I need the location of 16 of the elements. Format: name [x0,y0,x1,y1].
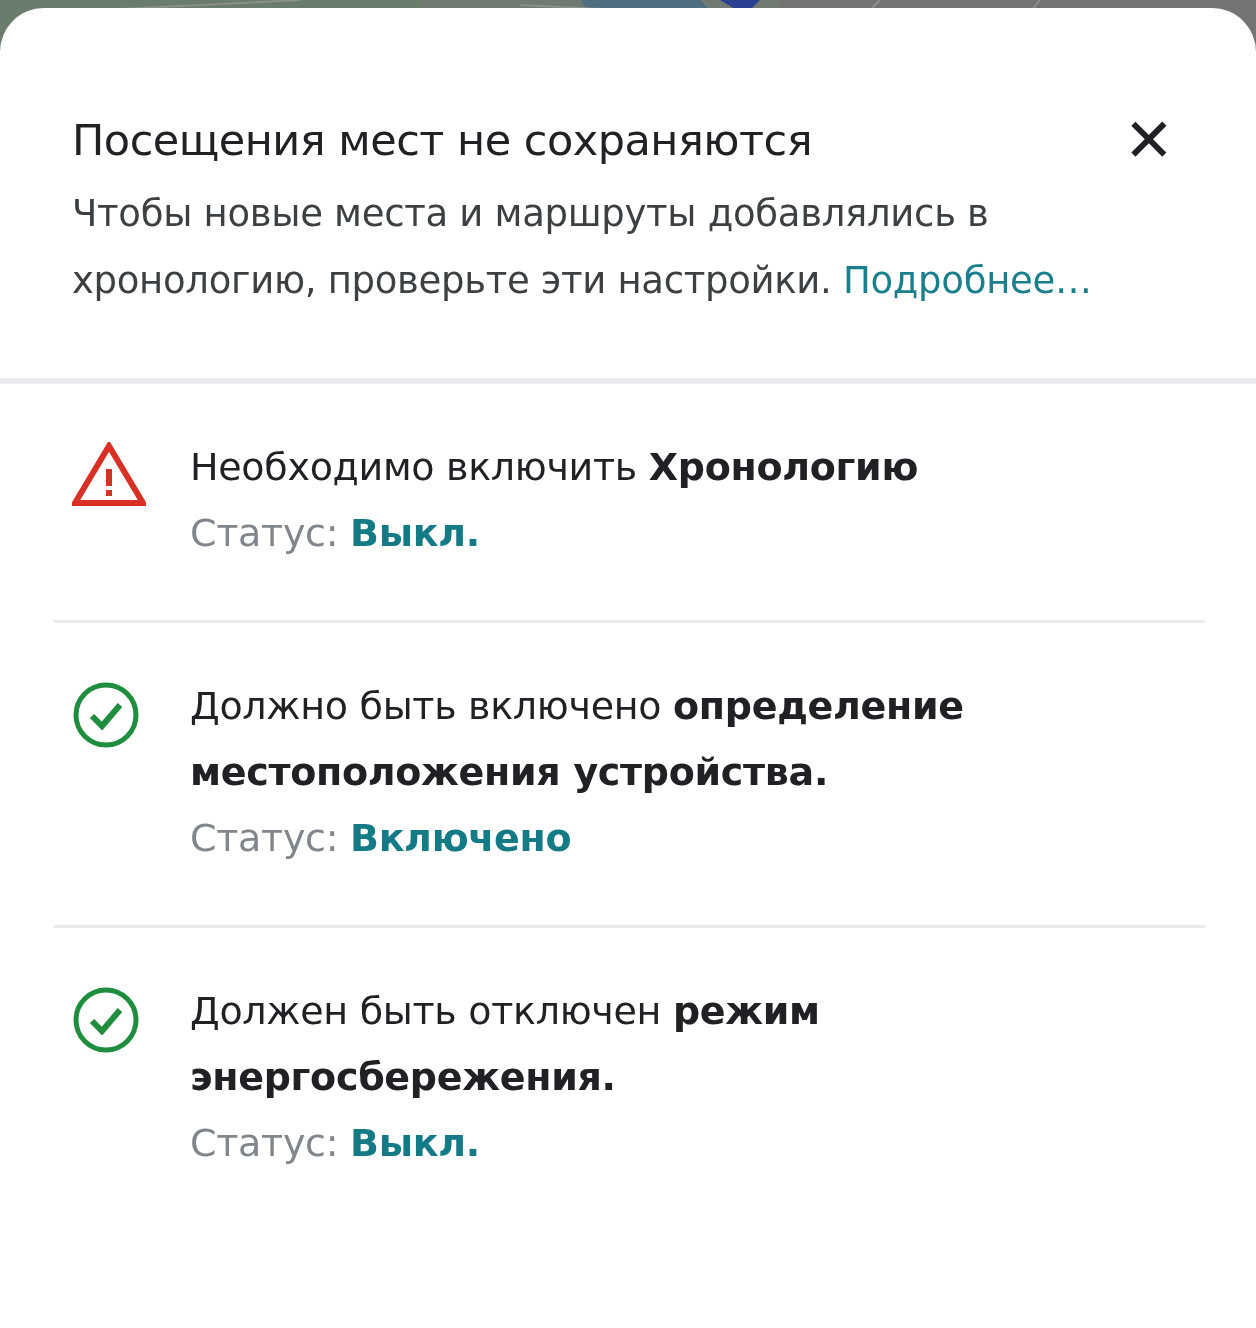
close-button[interactable]: ✕ [1123,110,1174,170]
status-label: Статус: [190,1121,339,1165]
check-circle-icon [72,986,140,1054]
requirement-text: Должен быть отключен режим энергосбережения. [190,988,821,1101]
check-circle-icon [72,681,140,749]
learn-more-link[interactable]: Подробнее… [842,259,1092,302]
description-text: Чтобы новые места и маршруты добавлялись в хронологию, проверьте эти настройки. Подробнее… [72,191,1093,304]
status-label: Статус: [190,816,339,860]
requirement-text: Необходимо включить Хронологию [190,444,919,491]
warning-icon [72,442,146,506]
status-value: Включено [349,816,572,860]
requirement-text: Должно быть включено определение местоположения устройства. [190,683,965,796]
sheet-title: Посещения мест не сохраняются [72,114,813,167]
status-label: Статус: [190,511,339,555]
status-value: Выкл. [349,511,480,555]
status-value: Выкл. [349,1121,480,1165]
